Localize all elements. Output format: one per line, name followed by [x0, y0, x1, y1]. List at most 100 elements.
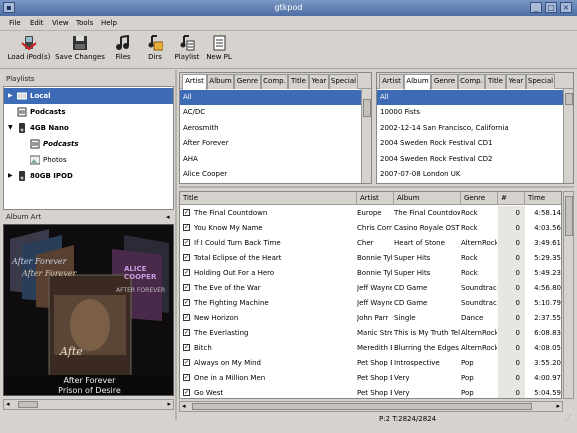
scroll-thumb[interactable]: [18, 401, 38, 408]
track-list-scrollbar[interactable]: [563, 191, 574, 399]
list-item[interactable]: After Forever: [180, 136, 361, 151]
menu-help[interactable]: Help: [101, 19, 117, 27]
artist-list-scrollbar[interactable]: [361, 89, 371, 183]
table-row[interactable]: ✓ Bitch Meredith BrooksBlurring the EdgesA…: [180, 341, 561, 356]
playlist-item-4gb-nano[interactable]: ▼ 4GB Nano: [4, 120, 173, 136]
table-row[interactable]: ✓ You Know My Name Chris CornellCasino Roy…: [180, 221, 561, 236]
list-item[interactable]: Alice Cooper: [180, 167, 361, 182]
list-item[interactable]: AHA: [180, 152, 361, 167]
column-header-number[interactable]: #: [498, 192, 525, 205]
track-checkbox[interactable]: ✓: [183, 299, 190, 306]
album-art-scrollbar[interactable]: ◂ ▸: [3, 399, 174, 410]
list-item[interactable]: AC/DC: [180, 105, 361, 120]
table-row[interactable]: ✓ Always on My Mind Pet Shop BoysIntrospec…: [180, 356, 561, 371]
column-header-album[interactable]: Album: [394, 192, 461, 205]
tab-year[interactable]: Year: [506, 74, 526, 89]
resize-grip-icon[interactable]: ⋰: [565, 414, 572, 422]
playlist-item-80gb-ipod[interactable]: ▶ 80GB IPOD: [4, 168, 173, 184]
tab-special[interactable]: Special: [329, 74, 358, 89]
tab-album[interactable]: Album: [404, 74, 431, 90]
playlist-item-podcasts[interactable]: Podcasts: [4, 104, 173, 120]
scroll-left-icon[interactable]: ◂: [182, 402, 186, 410]
album-list-scrollbar[interactable]: [563, 89, 573, 183]
list-item[interactable]: Aerosmith: [180, 121, 361, 136]
tab-title[interactable]: Title: [288, 74, 309, 89]
tab-artist[interactable]: Artist: [379, 74, 404, 89]
track-checkbox[interactable]: ✓: [183, 284, 190, 291]
list-item[interactable]: 2004 Sweden Rock Festival CD1: [377, 136, 563, 151]
track-checkbox[interactable]: ✓: [183, 344, 190, 351]
table-row[interactable]: ✓ The Final Countdown Europe The Final Coun…: [180, 206, 561, 221]
load-ipod-button[interactable]: Load iPod(s): [4, 33, 54, 67]
column-header-title[interactable]: Title: [180, 192, 357, 205]
table-row[interactable]: ✓ If I Could Turn Back Time Cher Heart of S…: [180, 236, 561, 251]
table-row[interactable]: ✓ Total Eclipse of the Heart Bonnie TylerS…: [180, 251, 561, 266]
scroll-right-icon[interactable]: ▸: [556, 402, 560, 410]
table-row[interactable]: ✓ One in a Million Men Pet Shop BoysVery Po…: [180, 371, 561, 386]
menu-view[interactable]: View: [52, 19, 69, 27]
track-checkbox[interactable]: ✓: [183, 224, 190, 231]
tab-album[interactable]: Album: [207, 74, 234, 89]
column-header-time[interactable]: Time: [525, 192, 561, 205]
list-item[interactable]: 2002-12-14 San Francisco, California: [377, 121, 563, 136]
pane-divider[interactable]: [179, 186, 574, 188]
maximize-icon[interactable]: □: [545, 2, 557, 13]
menu-file[interactable]: File: [9, 19, 21, 27]
table-row[interactable]: ✓ The Everlasting Manic StreetThis is My T…: [180, 326, 561, 341]
scroll-right-icon[interactable]: ▸: [167, 400, 171, 408]
minimize-icon[interactable]: _: [530, 2, 542, 13]
list-item[interactable]: All: [180, 90, 361, 105]
collapse-icon[interactable]: ◂: [166, 213, 170, 221]
new-playlist-button[interactable]: New PL: [204, 33, 234, 67]
add-files-button[interactable]: Files: [110, 33, 136, 67]
list-item[interactable]: 2007-07-08 London UK: [377, 167, 563, 182]
table-row[interactable]: ✓ The Eve of the War Jeff Wayne CD Game Soun…: [180, 281, 561, 296]
list-item[interactable]: 2004 Sweden Rock Festival CD2: [377, 152, 563, 167]
album-art-coverflow[interactable]: After Forever ALICE COOPER After Forever…: [3, 224, 174, 396]
scroll-left-icon[interactable]: ◂: [6, 400, 10, 408]
table-row[interactable]: ✓ Holding Out For a Hero Bonnie TylerSuper…: [180, 266, 561, 281]
add-playlist-button[interactable]: Playlist: [172, 33, 202, 67]
menu-edit[interactable]: Edit: [30, 19, 44, 27]
playlist-item-nano-podcasts[interactable]: Podcasts: [4, 136, 173, 152]
track-checkbox[interactable]: ✓: [183, 254, 190, 261]
table-row[interactable]: ✓ The Fighting Machine Jeff Wayne CD Game So…: [180, 296, 561, 311]
expander-icon[interactable]: ▶: [8, 172, 13, 179]
track-checkbox[interactable]: ✓: [183, 374, 190, 381]
save-changes-button[interactable]: Save Changes: [55, 33, 105, 67]
column-header-genre[interactable]: Genre: [461, 192, 498, 205]
tab-title[interactable]: Title: [485, 74, 506, 89]
tab-artist[interactable]: Artist: [182, 74, 207, 90]
track-checkbox[interactable]: ✓: [183, 359, 190, 366]
track-checkbox[interactable]: ✓: [183, 314, 190, 321]
tab-comp[interactable]: Comp.: [458, 74, 485, 89]
menu-tools[interactable]: Tools: [76, 19, 93, 27]
add-dirs-button[interactable]: Dirs: [142, 33, 168, 67]
table-row[interactable]: ✓ New Horizon John Parr Single Dance 0 2:37.55: [180, 311, 561, 326]
close-icon[interactable]: ×: [560, 2, 572, 13]
tab-genre[interactable]: Genre: [431, 74, 458, 89]
track-checkbox[interactable]: ✓: [183, 209, 190, 216]
tab-special[interactable]: Special: [526, 74, 555, 89]
expander-open-icon[interactable]: ▼: [8, 124, 13, 131]
tab-year[interactable]: Year: [309, 74, 329, 89]
scroll-thumb[interactable]: [565, 196, 573, 236]
scroll-thumb[interactable]: [565, 93, 573, 105]
playlist-item-photos[interactable]: Photos: [4, 152, 173, 168]
track-checkbox[interactable]: ✓: [183, 239, 190, 246]
pane-divider[interactable]: [175, 70, 177, 420]
track-checkbox[interactable]: ✓: [183, 329, 190, 336]
list-item[interactable]: All: [377, 90, 563, 105]
track-list-hscrollbar[interactable]: ◂ ▸: [179, 401, 563, 412]
scroll-thumb[interactable]: [363, 99, 371, 117]
column-header-artist[interactable]: Artist: [357, 192, 394, 205]
track-checkbox[interactable]: ✓: [183, 269, 190, 276]
playlist-item-local[interactable]: ▶ Local: [4, 88, 173, 104]
tab-comp[interactable]: Comp.: [261, 74, 288, 89]
table-row[interactable]: ✓ Go West Pet Shop BoysVery Pop 0 5:04.59: [180, 386, 561, 398]
expander-icon[interactable]: ▶: [8, 92, 13, 99]
list-item[interactable]: 10000 Fists: [377, 105, 563, 120]
tab-genre[interactable]: Genre: [234, 74, 261, 89]
track-checkbox[interactable]: ✓: [183, 389, 190, 396]
scroll-thumb[interactable]: [192, 403, 532, 410]
